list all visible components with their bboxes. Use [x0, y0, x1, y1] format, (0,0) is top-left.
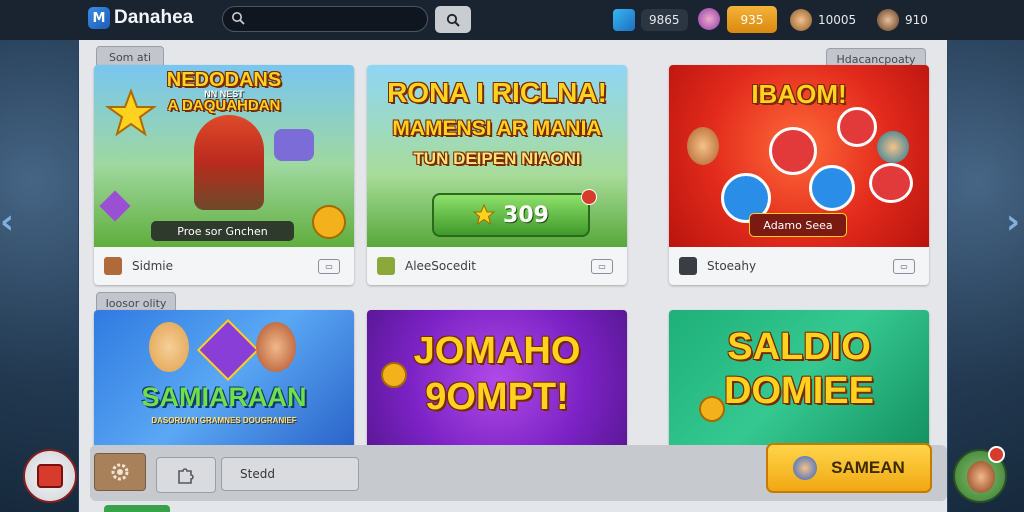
coin-icon: [699, 396, 725, 422]
carousel-next-icon[interactable]: ›: [1006, 205, 1020, 239]
card-footer: Sidmie ▭: [94, 247, 354, 285]
gem-icon: [613, 8, 635, 31]
trophies-value: 10005: [818, 12, 857, 27]
game-art: SAMIARAAN DASORUAN GRAMNES DOUGRANIEF: [94, 310, 354, 450]
star-hammer-icon: [104, 88, 158, 137]
character-icon: [687, 127, 719, 165]
app-logo[interactable]: M Danahea: [88, 7, 193, 29]
gems-value: 9865: [641, 8, 688, 31]
game-name: AleeSocedit: [405, 259, 476, 273]
gem-icon: [99, 190, 131, 222]
card-footer: Stoeahy ▭: [669, 247, 929, 285]
level-value: 910: [905, 12, 928, 27]
hero-character-icon: [256, 322, 296, 372]
character-icon: [967, 461, 995, 493]
coin-icon: [381, 362, 407, 388]
coins-value: 935: [740, 12, 764, 27]
game-name: Stoeahy: [707, 259, 757, 273]
star-icon: [473, 204, 496, 226]
score-badge[interactable]: 309: [432, 193, 590, 237]
game-name: Sidmie: [132, 259, 173, 273]
token-icon: [809, 165, 855, 211]
game-card[interactable]: IBAOM! Adamo Seea Stoeahy ▭: [669, 65, 929, 285]
gems-stat[interactable]: 9865: [613, 6, 688, 33]
puzzle-button[interactable]: [156, 457, 216, 493]
game-title-line3: TUN DEIPEN NIAONI: [413, 149, 581, 168]
more-options-icon[interactable]: ▭: [318, 258, 340, 274]
notification-dot: [581, 189, 597, 205]
game-title-line2: 9OMPT!: [425, 376, 569, 418]
settings-button[interactable]: [94, 453, 146, 491]
coin-icon: [312, 205, 346, 239]
game-art: IBAOM! Adamo Seea: [669, 65, 929, 247]
level-stat[interactable]: 910: [877, 6, 928, 33]
game-card[interactable]: SALDIO DOMIEE: [669, 310, 929, 450]
primary-action-button[interactable]: SAMEAN: [766, 443, 932, 493]
bottom-field-label: Stedd: [240, 467, 275, 481]
game-art: RONA I RICLNA! MAMENSI AR MANIA TUN DEIP…: [367, 65, 627, 247]
emblem-icon: [196, 318, 260, 382]
game-icon: [104, 257, 122, 275]
game-art: SALDIO DOMIEE: [669, 310, 929, 450]
notification-badge: [988, 446, 1005, 463]
more-options-icon[interactable]: ▭: [591, 258, 613, 274]
app-title: Danahea: [114, 7, 194, 28]
character-icon: [877, 131, 909, 163]
game-icon: [377, 257, 395, 275]
top-bar: M Danahea 9865 935 10005 910: [0, 0, 1024, 40]
game-art: NEDODANS NN NEST A DAQUAHDAN Proe sor Gn…: [94, 65, 354, 247]
left-background-art: [0, 40, 78, 512]
blaster-icon: [274, 129, 314, 161]
hero-character-icon: [194, 115, 264, 210]
game-title: SAMIARAAN: [141, 382, 307, 412]
right-background-art: [948, 40, 1024, 512]
bottom-input-field[interactable]: Stedd: [221, 457, 359, 491]
profile-avatar-icon: [877, 8, 899, 31]
game-title: JOMAHO: [413, 330, 581, 372]
search-icon: [232, 12, 245, 25]
game-title-line2: MAMENSI AR MANIA: [392, 117, 602, 140]
game-banner: Adamo Seea: [749, 213, 847, 237]
game-banner: Proe sor Gnchen: [151, 221, 294, 241]
game-title: IBAOM!: [751, 79, 847, 109]
coins-counter[interactable]: 935: [727, 6, 777, 33]
gear-icon: [111, 463, 129, 481]
search-icon: [446, 13, 460, 27]
token-icon: [769, 127, 817, 175]
game-title: SALDIO: [727, 326, 871, 368]
carousel-prev-icon[interactable]: ‹: [0, 205, 14, 239]
more-options-icon[interactable]: ▭: [893, 258, 915, 274]
token-icon: [837, 107, 877, 147]
game-card[interactable]: RONA I RICLNA! MAMENSI AR MANIA TUN DEIP…: [367, 65, 627, 285]
shop-button[interactable]: [23, 449, 77, 503]
game-card[interactable]: NEDODANS NN NEST A DAQUAHDAN Proe sor Gn…: [94, 65, 354, 285]
search-input[interactable]: [222, 6, 428, 32]
game-subtitle: DASORUAN GRAMNES DOUGRANIEF: [151, 416, 297, 425]
green-tab-indicator: [104, 505, 170, 512]
character-icon: [790, 8, 812, 31]
puzzle-icon: [178, 468, 194, 484]
hero-character-icon: [149, 322, 189, 372]
character-icon: [793, 456, 818, 480]
search-button[interactable]: [435, 6, 471, 33]
main-panel: Som ati Hdacancpoaty Ioosor olity NEDODA…: [79, 40, 947, 512]
trophies-stat[interactable]: 10005: [790, 6, 856, 33]
shop-icon: [37, 464, 63, 488]
game-card[interactable]: SAMIARAAN DASORUAN GRAMNES DOUGRANIEF: [94, 310, 354, 450]
score-value: 309: [503, 202, 549, 228]
game-icon: [679, 257, 697, 275]
card-footer: AleeSocedit ▭: [367, 247, 627, 285]
game-card[interactable]: JOMAHO 9OMPT!: [367, 310, 627, 450]
game-title: RONA I RICLNA!: [387, 77, 607, 108]
token-icon: [869, 163, 913, 203]
player-avatar-icon[interactable]: [698, 8, 720, 30]
logo-icon: M: [88, 7, 110, 29]
game-art: JOMAHO 9OMPT!: [367, 310, 627, 450]
primary-action-label: SAMEAN: [831, 458, 905, 477]
